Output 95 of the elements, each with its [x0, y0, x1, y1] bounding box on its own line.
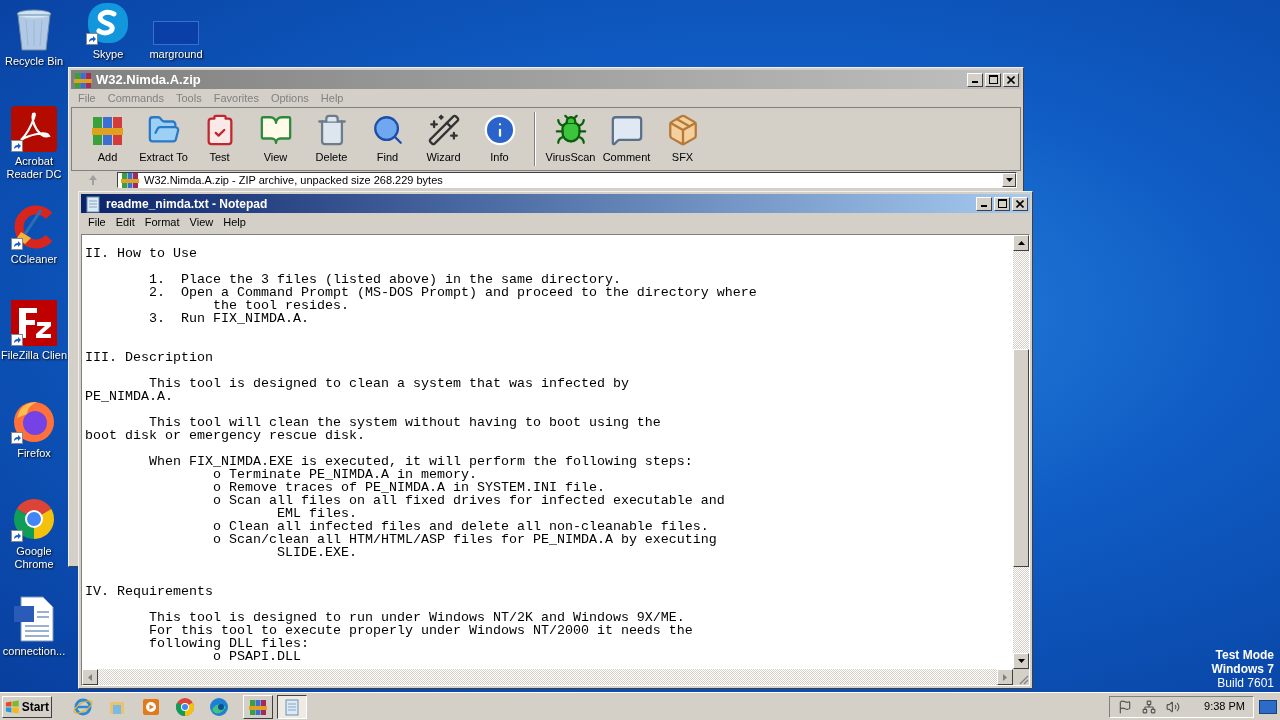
volume-icon[interactable] — [1166, 699, 1181, 714]
right-arrow-icon — [1003, 673, 1007, 681]
menu-item[interactable]: Format — [139, 214, 185, 231]
desktop-icon-label: FileZilla Clien — [1, 349, 67, 362]
desktop-icon-label: CCleaner — [10, 253, 58, 266]
maximize-button[interactable] — [994, 196, 1010, 211]
word-document-icon — [11, 596, 57, 642]
scroll-down-button[interactable] — [1013, 653, 1029, 669]
down-arrow-icon — [1017, 659, 1025, 663]
horizontal-scrollbar[interactable] — [82, 669, 1013, 685]
notepad-icon — [282, 696, 302, 717]
close-icon — [1007, 75, 1015, 84]
system-info-text: Windows 7 — [1211, 662, 1274, 676]
network-icon[interactable] — [1142, 699, 1157, 714]
system-info-text: Build 7601 — [1217, 676, 1274, 690]
recycle-bin-icon — [14, 8, 54, 52]
menu-item[interactable]: File — [83, 214, 111, 231]
scroll-left-button[interactable] — [82, 669, 98, 685]
dropdown-button[interactable] — [1002, 173, 1016, 187]
close-button[interactable] — [1003, 72, 1019, 87]
desktop-icon-label: marground — [149, 48, 203, 61]
acrobat-logo-icon — [11, 106, 57, 152]
toolbar-button[interactable]: Comment — [599, 109, 654, 169]
edge-logo-icon — [208, 696, 229, 717]
toolbar-button[interactable]: Delete — [304, 109, 359, 169]
system-info-text: Test Mode — [1215, 648, 1274, 662]
toolbar-button[interactable]: Info — [472, 109, 527, 169]
desktop-icon[interactable]: connection... — [0, 594, 68, 658]
desktop-icon[interactable]: Google Chrome — [0, 494, 68, 571]
notepad-icon — [83, 193, 103, 214]
taskbar-window-button[interactable] — [277, 694, 307, 719]
desktop-icon-label: Skype — [92, 48, 124, 61]
bug-icon — [553, 112, 588, 147]
desktop-icon-label: Acrobat Reader DC — [5, 155, 63, 181]
path-field[interactable]: W32.Nimda.A.zip - ZIP archive, unpacked size 268.229 bytes — [117, 172, 1017, 188]
quick-launch-button[interactable] — [208, 695, 229, 718]
desktop-icon-label: Recycle Bin — [4, 55, 64, 68]
desktop-icon[interactable]: Recycle Bin — [0, 4, 68, 68]
menu-item[interactable]: Edit — [110, 214, 140, 231]
toolbar-button[interactable]: SFX — [655, 109, 710, 169]
window-title: readme_nimda.txt - Notepad — [106, 195, 269, 213]
desktop-icon[interactable]: Firefox — [0, 396, 68, 460]
windows-logo-icon — [5, 698, 20, 715]
desktop-icon[interactable]: Skype — [74, 0, 142, 61]
toolbar-button[interactable]: View — [248, 109, 303, 169]
scroll-up-button[interactable] — [1013, 235, 1029, 251]
desktop-icon[interactable]: marground — [142, 0, 210, 61]
toolbar-button[interactable]: VirusScan — [543, 109, 598, 169]
caret-icon — [1005, 178, 1013, 182]
internet-explorer-icon — [72, 696, 93, 717]
left-arrow-icon — [88, 673, 92, 681]
minimize-icon — [972, 81, 978, 83]
document-text: II. How to Use 1. Place the 3 files (listed above) in the same directory. 2. Open a Command Prompt (MS-DOS Prompt) and proceed to the directory where the tool resides. 3. Run FIX_NIMDA.A. III. Description This tool is designed to clean a system that was infected by PE_NIMDA.A. This tool will clean the system without having to boot using the boot disk or emergency rescue disk. When FIX_NIMDA.EXE is executed, it will perform the following steps: o Terminate PE_NIMDA.A in memory. o Remove traces of PE_NIMDA.A in SYSTEM.INI file. o Scan all files on all fixed drives for infected executable and EML files. o Clean all infected files and delete all non-cleanable files. o Scan/clean all HTM/HTML/ASP files for PE_NIMDA.A by executing SLIDE.EXE. IV. Requirements This tool is designed to run under Windows NT/2K and Windows 9X/ME. For this tool to execute properly under Windows NT/2000 it needs the following DLL files: o PSAPI.DLL — [82, 235, 1013, 669]
minimize-button[interactable] — [967, 72, 983, 87]
desktop-icon-label: connection... — [2, 645, 66, 658]
minimize-button[interactable] — [976, 196, 992, 211]
chrome-logo-icon — [11, 496, 57, 542]
toolbar-button[interactable]: Wizard — [416, 109, 471, 169]
start-button[interactable]: Start — [2, 695, 52, 718]
desktop-icon[interactable]: FileZilla Clien — [0, 298, 68, 362]
magic-wand-icon — [426, 112, 461, 147]
desktop-icon-label: Firefox — [17, 447, 51, 460]
maximize-button[interactable] — [985, 72, 1001, 87]
toolbar-button[interactable]: Extract To — [136, 109, 191, 169]
image-thumbnail-icon — [153, 21, 199, 45]
flag-icon[interactable] — [1118, 699, 1133, 714]
info-icon — [482, 112, 517, 147]
menu-item[interactable]: View — [184, 214, 219, 231]
skype-logo-icon — [86, 1, 130, 45]
toolbar-button[interactable]: Find — [360, 109, 415, 169]
scroll-right-button[interactable] — [997, 669, 1013, 685]
menu-item[interactable]: Help — [218, 214, 251, 231]
desktop-icon[interactable]: CCleaner — [0, 202, 68, 266]
path-text: W32.Nimda.A.zip - ZIP archive, unpacked size 268.229 bytes — [144, 172, 444, 188]
filezilla-logo-icon — [11, 300, 57, 346]
vertical-scrollbar[interactable] — [1013, 235, 1029, 669]
toolbar-button[interactable]: Add — [80, 109, 135, 169]
scroll-thumb[interactable] — [1013, 349, 1029, 567]
desktop-icon[interactable]: Acrobat Reader DC — [0, 104, 68, 181]
quick-launch-button[interactable] — [174, 695, 195, 718]
chrome-logo-icon — [174, 696, 195, 717]
close-icon — [1016, 199, 1024, 208]
maximize-icon — [988, 75, 998, 84]
maximize-icon — [997, 199, 1007, 208]
minimize-icon — [981, 205, 987, 207]
desktop-icon-label: Google Chrome — [13, 545, 55, 571]
media-player-icon — [140, 696, 161, 717]
close-button[interactable] — [1012, 196, 1028, 211]
up-arrow-icon — [88, 174, 98, 186]
toolbar-button[interactable]: Test — [192, 109, 247, 169]
clock-text: 9:38 PM — [1204, 699, 1245, 715]
up-arrow-icon — [1017, 241, 1025, 245]
monitor-icon — [1259, 699, 1277, 714]
archive-books-icon — [120, 170, 140, 190]
window-title: W32.Nimda.A.zip — [96, 70, 202, 89]
